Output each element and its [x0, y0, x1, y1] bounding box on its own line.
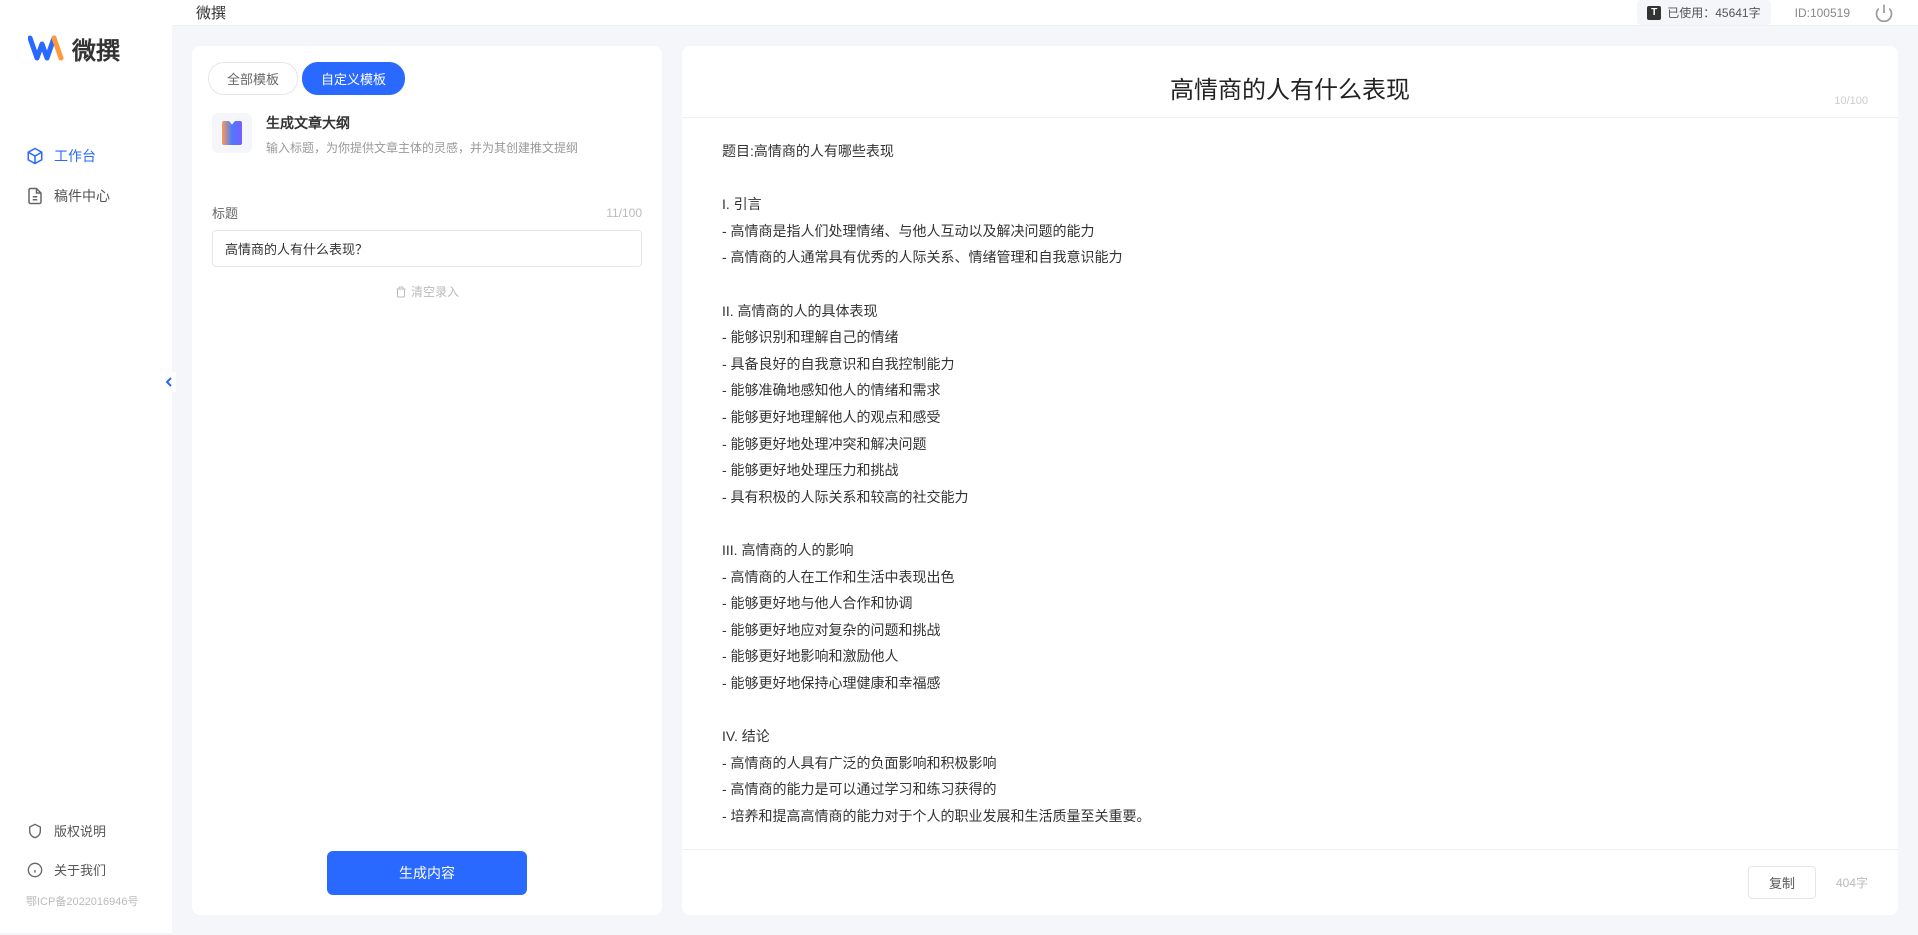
trash-icon	[395, 286, 407, 298]
template-desc: 输入标题，为你提供文章主体的灵感，并为其创建推文提纲	[266, 139, 642, 157]
usage-badge[interactable]: T 已使用： 45641字	[1637, 0, 1770, 25]
usage-label: 已使用：	[1667, 4, 1715, 21]
document-icon	[26, 187, 44, 205]
nav-workspace[interactable]: 工作台	[0, 136, 172, 176]
output-title: 高情商的人有什么表现	[722, 70, 1858, 105]
nav-label: 工作台	[54, 146, 96, 166]
sidebar: 微撰 工作台 稿件中心 版权说明	[0, 0, 172, 933]
usage-value: 45641字	[1715, 4, 1760, 21]
output-word-count: 404字	[1836, 874, 1868, 891]
generate-button[interactable]: 生成内容	[327, 851, 527, 895]
content: 全部模板 自定义模板 生成文章大纲 输入标题，为你提供文章主体的灵感，并为其创建…	[172, 26, 1918, 935]
output-title-count: 10/100	[1834, 95, 1868, 107]
title-char-count: 11/100	[606, 206, 642, 220]
user-id: ID:100519	[1795, 6, 1850, 20]
template-card: 生成文章大纲 输入标题，为你提供文章主体的灵感，并为其创建推文提纲	[192, 95, 662, 175]
output-header: 高情商的人有什么表现 10/100	[682, 46, 1898, 118]
template-icon	[212, 113, 252, 153]
input-panel: 全部模板 自定义模板 生成文章大纲 输入标题，为你提供文章主体的灵感，并为其创建…	[192, 46, 662, 915]
shield-icon	[26, 822, 44, 840]
nav-about[interactable]: 关于我们	[0, 850, 172, 889]
output-footer: 复制 404字	[682, 849, 1898, 915]
nav-drafts[interactable]: 稿件中心	[0, 176, 172, 216]
clear-label: 清空录入	[411, 283, 459, 300]
title-input[interactable]	[212, 230, 642, 267]
logo-text: 微撰	[72, 31, 120, 66]
page-title: 微撰	[196, 2, 226, 23]
info-icon	[26, 861, 44, 879]
tab-custom-templates[interactable]: 自定义模板	[302, 62, 405, 95]
copy-button[interactable]: 复制	[1748, 866, 1816, 899]
tab-all-templates[interactable]: 全部模板	[208, 62, 298, 95]
text-icon: T	[1647, 6, 1661, 20]
logo-icon	[28, 30, 64, 66]
nav-label: 关于我们	[54, 860, 106, 879]
nav-copyright[interactable]: 版权说明	[0, 811, 172, 850]
power-icon[interactable]	[1874, 3, 1894, 23]
template-tabs: 全部模板 自定义模板	[192, 46, 662, 95]
form-section: 标题 11/100 清空录入	[192, 175, 662, 831]
sidebar-collapse[interactable]	[162, 372, 176, 392]
main: 微撰 T 已使用： 45641字 ID:100519 全部模板 自定义模板	[172, 0, 1918, 933]
nav-label: 稿件中心	[54, 186, 110, 206]
title-label: 标题	[212, 203, 238, 222]
template-title: 生成文章大纲	[266, 113, 642, 133]
output-body[interactable]: 题目:高情商的人有哪些表现 I. 引言 - 高情商是指人们处理情绪、与他人互动以…	[682, 118, 1898, 849]
output-panel: 高情商的人有什么表现 10/100 题目:高情商的人有哪些表现 I. 引言 - …	[682, 46, 1898, 915]
clear-input[interactable]: 清空录入	[212, 267, 642, 316]
sidebar-bottom: 版权说明 关于我们 鄂ICP备2022016946号	[0, 811, 172, 933]
chevron-left-icon	[165, 377, 173, 387]
nav-label: 版权说明	[54, 821, 106, 840]
cube-icon	[26, 147, 44, 165]
nav-main: 工作台 稿件中心	[0, 96, 172, 811]
icp-text: 鄂ICP备2022016946号	[0, 889, 172, 913]
topbar: 微撰 T 已使用： 45641字 ID:100519	[172, 0, 1918, 26]
logo[interactable]: 微撰	[0, 20, 172, 96]
